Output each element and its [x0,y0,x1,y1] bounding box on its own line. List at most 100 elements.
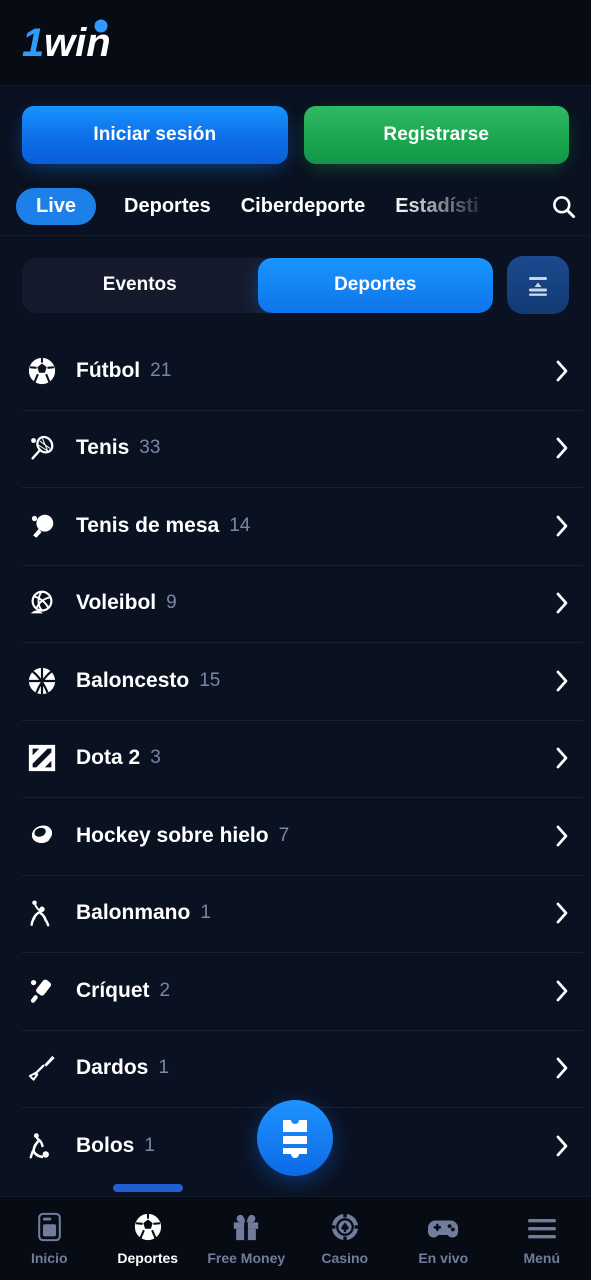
bet-slip-button[interactable] [257,1100,333,1176]
svg-text:win: win [44,21,111,63]
nav-label: En vivo [418,1249,469,1266]
basketball-icon [22,666,62,696]
chevron-right-icon [556,437,569,459]
chevron-right-icon [556,747,569,769]
segment-control: Eventos Deportes [22,257,493,313]
sport-name: Fútbol [76,358,141,382]
sport-name: Dardos [76,1056,149,1080]
search-button[interactable] [535,178,591,235]
chevron-right-icon [556,592,569,614]
segment-deportes[interactable]: Deportes [257,257,493,313]
handball-player-icon [22,898,62,928]
login-button[interactable]: Iniciar sesión [22,106,288,164]
list-item[interactable]: Dota 2 3 [0,719,591,798]
sort-filter-button[interactable] [507,256,569,314]
sport-count: 2 [159,979,171,1001]
sort-filter-icon [529,277,547,296]
list-item[interactable]: Baloncesto 15 [0,642,591,720]
tab-estadisticas[interactable]: Estadísti [393,189,480,224]
tennis-racket-icon [22,433,62,463]
sport-name: Hockey sobre hielo [76,823,269,847]
sport-count: 14 [229,514,251,536]
list-item[interactable]: Dardos 1 [0,1029,591,1108]
bowling-player-icon [22,1131,62,1161]
logo-1win-icon: 1 win [22,19,111,63]
sport-name: Voleibol [76,591,157,615]
chevron-right-icon [556,1057,569,1079]
list-item[interactable]: Hockey sobre hielo 7 [0,797,591,875]
phone-home-icon [36,1212,63,1242]
segment-eventos[interactable]: Eventos [22,258,258,313]
top-tab-bar: Live Deportes Ciberdeporte Estadísti [0,178,591,236]
register-button[interactable]: Registrarse [303,106,569,164]
nav-item-free-money[interactable]: Free Money [197,1197,296,1280]
sport-count: 7 [278,824,290,846]
nav-label: Casino [321,1249,369,1266]
chevron-right-icon [556,825,569,847]
auth-buttons: Iniciar sesión Registrarse [0,86,591,164]
nav-item-en-vivo[interactable]: En vivo [394,1197,493,1280]
bet-slip-ticket-icon [283,1120,307,1158]
nav-item-inicio[interactable]: Inicio [0,1197,99,1280]
nav-label: Inicio [30,1249,68,1266]
bottom-navigation: Inicio Deportes Free Money Casino En viv… [0,1196,591,1280]
sport-count: 15 [199,669,221,691]
list-item[interactable]: Balonmano 1 [0,874,591,953]
soccer-ball-icon [22,356,62,386]
list-item[interactable]: Tenis 33 [0,409,591,488]
sport-name: Bolos [76,1133,135,1157]
app-header: 1 win [0,0,591,86]
search-icon [552,196,575,219]
list-item[interactable]: Críquet 2 [0,952,591,1030]
chevron-right-icon [556,1135,569,1157]
nav-item-deportes[interactable]: Deportes [99,1197,198,1280]
list-item[interactable]: Tenis de mesa 14 [0,487,591,565]
chevron-right-icon [556,980,569,1002]
nav-label: Deportes [117,1249,179,1266]
soccer-ball-icon [133,1212,163,1242]
sport-count: 21 [150,359,172,381]
ice-hockey-puck-icon [22,821,62,851]
gamepad-icon [427,1212,459,1242]
nav-label: Menú [523,1249,561,1266]
sports-list: Fútbol 21 Tenis 33 Tenis de mesa 14 Vole… [0,332,591,1185]
gift-icon [231,1212,261,1242]
dart-icon [22,1053,62,1083]
list-item[interactable]: Voleibol 9 [0,564,591,643]
chevron-right-icon [556,670,569,692]
casino-chip-icon [330,1212,360,1242]
hamburger-icon [526,1212,558,1242]
brand-logo[interactable]: 1 win [22,19,134,63]
sport-name: Críquet [76,978,150,1002]
sport-count: 1 [200,902,211,924]
sport-count: 9 [166,592,177,614]
sport-count: 33 [139,437,161,459]
chevron-right-icon [556,902,569,924]
sport-count: 3 [150,747,161,769]
tab-ciberdeporte[interactable]: Ciberdeporte [239,189,367,224]
volleyball-icon [22,588,62,618]
app-screen: 1 win Iniciar sesión Registrarse Live De… [0,0,591,1280]
sport-name: Tenis [76,436,130,460]
svg-text:1: 1 [22,21,44,63]
sport-name: Dota 2 [76,746,141,770]
cricket-bat-icon [22,976,62,1006]
sport-count: 1 [144,1134,155,1156]
chevron-right-icon [556,360,569,382]
nav-item-casino[interactable]: Casino [296,1197,395,1280]
top-tabs-scroller[interactable]: Live Deportes Ciberdeporte Estadísti [0,178,535,235]
tab-live[interactable]: Live [16,188,97,225]
chevron-right-icon [556,515,569,537]
table-tennis-icon [22,511,62,541]
list-item[interactable]: Fútbol 21 [0,332,591,410]
sport-count: 1 [158,1057,169,1079]
scroll-indicator[interactable] [113,1184,183,1192]
tab-deportes[interactable]: Deportes [122,189,213,224]
sport-name: Baloncesto [76,668,190,692]
nav-item-menu[interactable]: Menú [493,1197,591,1280]
sport-name: Balonmano [76,901,191,925]
nav-label: Free Money [207,1249,286,1266]
segment-control-row: Eventos Deportes [0,236,591,332]
dota2-icon [22,743,62,773]
sport-name: Tenis de mesa [76,513,220,537]
